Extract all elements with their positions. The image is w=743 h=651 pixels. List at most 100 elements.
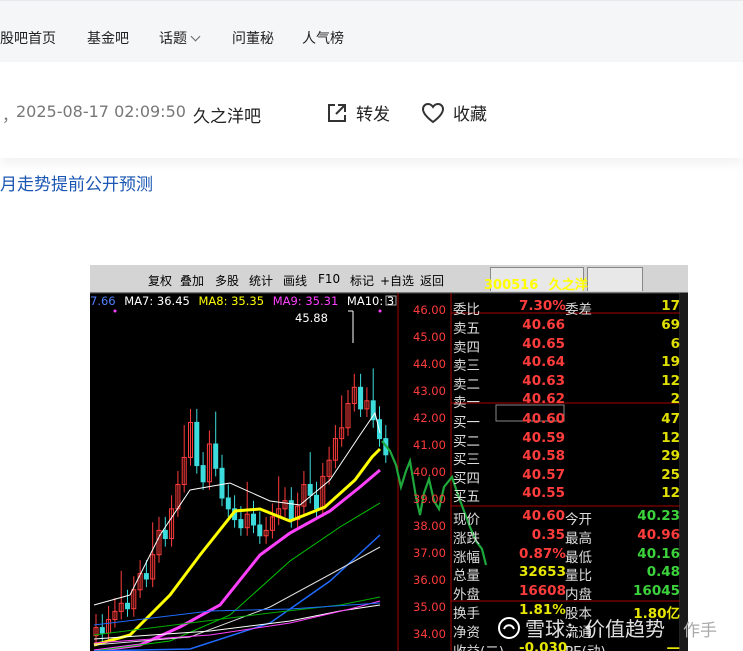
candle-body xyxy=(143,573,149,580)
stat-value: 16608 xyxy=(519,583,566,600)
moving-average-line xyxy=(93,546,381,646)
order-level-label: 买三 xyxy=(453,452,480,469)
stat-value: 16045 xyxy=(633,583,680,600)
candle-body xyxy=(314,494,319,510)
stat-label: 量比 xyxy=(565,568,592,585)
order-book-row: 卖五 40.66 69 xyxy=(453,317,680,337)
stat-value: 40.16 xyxy=(637,545,680,562)
stat-value: 40.23 xyxy=(637,508,680,524)
stat-value: 0.48 xyxy=(646,564,680,581)
stock-name: 久之洋 xyxy=(548,278,588,293)
price-axis-label: 35.00 xyxy=(413,600,446,614)
stat-label: 内盘 xyxy=(565,587,592,604)
xueqiu-watermark: 雪球：价值趋势 xyxy=(497,613,665,642)
candle-body xyxy=(307,484,313,496)
order-volume: 12 xyxy=(661,485,680,502)
share-label: 转发 xyxy=(356,105,390,125)
bar-name-link[interactable]: 久之洋吧 xyxy=(193,102,261,127)
weibi-value: 7.30% xyxy=(519,298,566,314)
order-price: 40.58 xyxy=(522,448,565,465)
stat-value: — xyxy=(666,639,681,651)
order-volume: 6 xyxy=(670,335,680,352)
order-volume: 19 xyxy=(661,354,680,371)
ma-legend-item: 7.66 xyxy=(90,294,116,308)
post-time: 2025-08-17 02:09:50 xyxy=(16,102,186,121)
weicha-value: 17 xyxy=(661,298,680,314)
moving-average-line xyxy=(93,534,381,651)
stat-value: 0.35 xyxy=(531,526,565,543)
order-level-label: 卖一 xyxy=(453,395,480,412)
kline-candles xyxy=(93,368,389,644)
moving-average-line xyxy=(93,602,381,626)
order-level-label: 买一 xyxy=(453,415,480,431)
candle-body xyxy=(225,497,231,510)
post-meta-bar: ， 2025-08-17 02:09:50 久之洋吧 转发 收藏 xyxy=(0,62,743,158)
moving-average-line xyxy=(93,447,382,647)
nav-ask-secretary[interactable]: 问董秘 xyxy=(232,28,274,48)
order-level-label: 买二 xyxy=(453,433,480,450)
order-volume: 25 xyxy=(661,466,680,483)
article-title-link[interactable]: 月走势提前公开预测 xyxy=(0,170,153,195)
stock-code: 300516 xyxy=(484,278,539,293)
weicha-label: 委差 xyxy=(565,302,592,318)
order-level-label: 卖五 xyxy=(453,321,480,337)
stat-label: 最高 xyxy=(565,530,592,547)
stat-label: 最低 xyxy=(565,549,592,566)
ma-legend: 7.66 MA7: 36.45 MA8: 35.35 MA9: 35.31 MA… xyxy=(90,294,394,308)
order-volume: 29 xyxy=(661,448,680,465)
candle-body xyxy=(99,627,105,634)
order-price: 40.55 xyxy=(522,485,565,502)
nav-guba-home[interactable]: 股吧首页 xyxy=(0,28,56,48)
stat-label: 涨跌 xyxy=(453,530,480,547)
order-volume: 2 xyxy=(670,391,680,408)
stat-label: 换手 xyxy=(453,606,480,622)
order-book-row: 卖三 40.64 19 xyxy=(453,354,680,375)
candle-body xyxy=(194,421,200,467)
favorite-button[interactable]: 收藏 xyxy=(421,100,487,125)
watermark-tail: 作手 xyxy=(683,621,717,641)
nav-fund-bar[interactable]: 基金吧 xyxy=(87,28,129,48)
order-level-label: 卖四 xyxy=(453,339,480,356)
order-price: 40.59 xyxy=(522,429,565,446)
candle-body xyxy=(358,386,364,410)
candle-body xyxy=(162,529,168,539)
order-level-label: 买四 xyxy=(453,470,480,487)
order-book-row: 买二 40.59 12 xyxy=(453,429,680,450)
order-book-row: 卖四 40.65 6 xyxy=(453,335,680,356)
stat-value: 40.96 xyxy=(637,526,680,543)
candle-body xyxy=(200,465,206,483)
share-button[interactable]: 转发 xyxy=(326,100,390,125)
stat-label: 涨幅 xyxy=(453,549,480,566)
quote-stat-row: 总量 32653 量比 0.48 xyxy=(453,564,680,585)
weibi-label: 委比 xyxy=(453,302,480,318)
stat-label: 今开 xyxy=(565,512,592,528)
price-axis-label: 42.00 xyxy=(413,411,446,425)
favorite-label: 收藏 xyxy=(453,105,487,125)
quote-stat-row: 现价 40.60 今开 40.23 xyxy=(453,508,680,528)
stock-header: 300516 久之洋 xyxy=(484,274,588,293)
quote-stat-row: 涨幅 0.87% 最低 40.16 xyxy=(453,545,680,566)
stat-label: 外盘 xyxy=(453,587,480,604)
order-price: 40.65 xyxy=(522,335,565,352)
price-axis-label: 39.00 xyxy=(413,492,446,506)
quote-stat-row: 外盘 16608 内盘 16045 xyxy=(453,583,680,604)
price-axis-label: 46.00 xyxy=(413,303,446,317)
order-book-row: 买五 40.55 12 xyxy=(453,485,680,505)
ma-legend-item: MA10: 3 xyxy=(346,294,395,308)
order-volume: 69 xyxy=(661,317,680,333)
order-price: 40.60 xyxy=(522,411,565,427)
ma-legend-item: MA8: 35.35 xyxy=(198,294,265,308)
candle-body xyxy=(251,513,256,526)
price-axis-label: 45.00 xyxy=(413,330,446,344)
price-axis-label: 37.00 xyxy=(413,546,446,560)
order-price: 40.66 xyxy=(522,317,565,333)
moving-average-line xyxy=(93,600,381,644)
order-book-row: 买四 40.57 25 xyxy=(453,466,680,487)
order-level-label: 卖三 xyxy=(453,358,480,375)
price-axis-label: 44.00 xyxy=(413,357,446,371)
nav-popularity-rank[interactable]: 人气榜 xyxy=(302,28,344,48)
order-volume: 47 xyxy=(661,411,680,427)
candle-body xyxy=(213,443,219,469)
nav-topics[interactable]: 话题 xyxy=(159,28,201,48)
candle-body xyxy=(238,519,244,529)
